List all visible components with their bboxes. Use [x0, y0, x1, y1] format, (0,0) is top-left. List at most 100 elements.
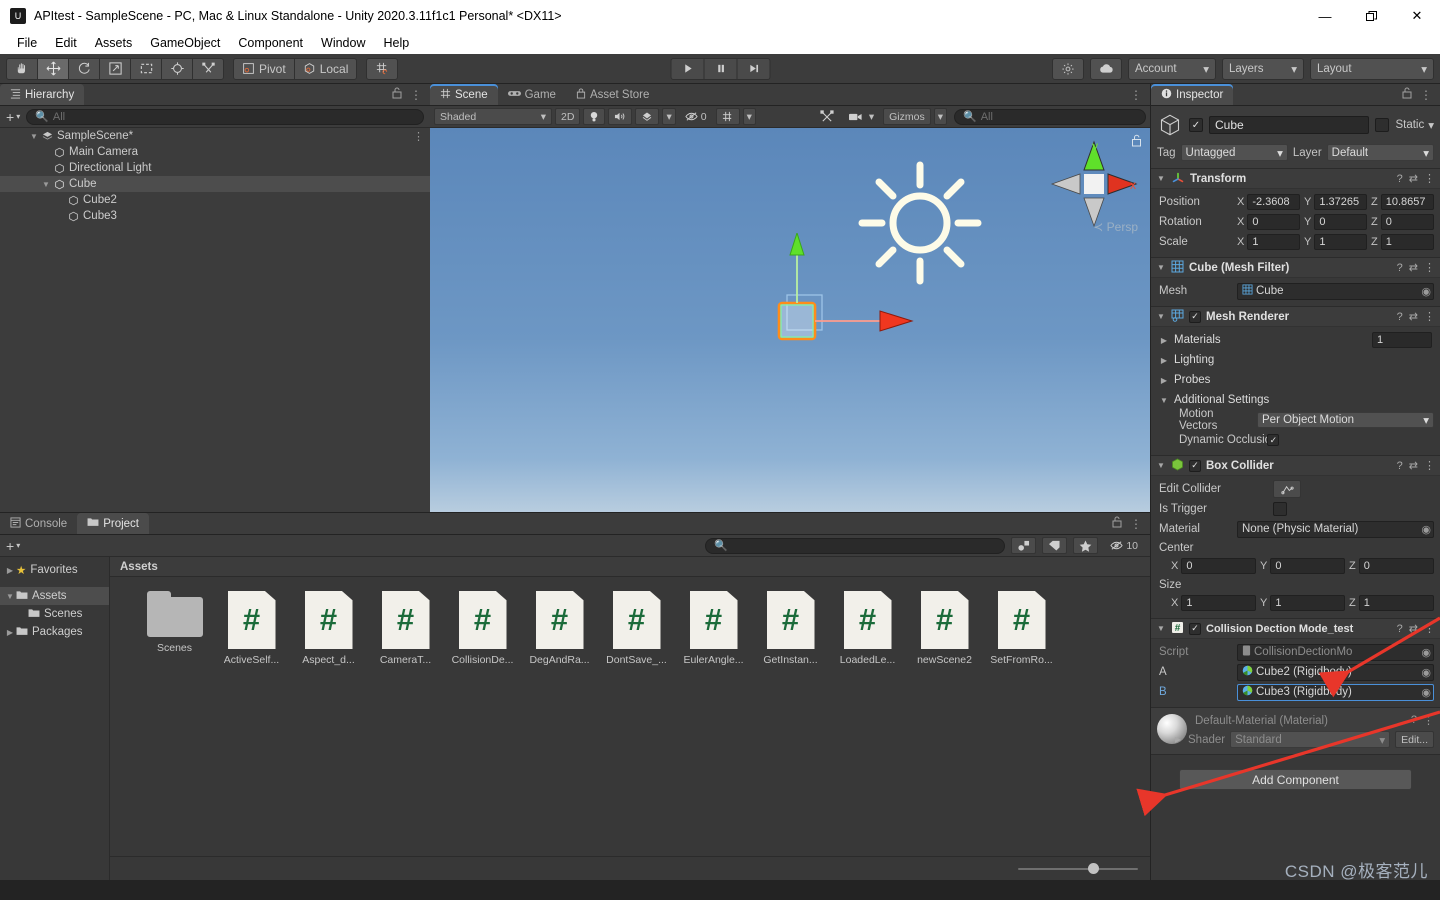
lock-icon[interactable]: [1402, 87, 1412, 102]
scene-camera-icon[interactable]: [814, 108, 840, 125]
menu-assets[interactable]: Assets: [86, 34, 142, 52]
lock-icon[interactable]: [1112, 516, 1122, 531]
rotation-x-input[interactable]: 0: [1247, 214, 1300, 230]
tab-game[interactable]: Game: [498, 84, 566, 105]
scene-axis-gizmo[interactable]: y x: [1046, 136, 1142, 232]
chevron-right-icon[interactable]: ▶: [1159, 356, 1169, 365]
asset-item[interactable]: Scenes: [136, 591, 213, 666]
chevron-right-icon[interactable]: ▶: [1173, 735, 1183, 744]
menu-help[interactable]: Help: [374, 34, 418, 52]
gameobject-name-input[interactable]: Cube: [1209, 116, 1370, 134]
field-b-object-field[interactable]: Cube3 (Rigidbody) ◉: [1237, 683, 1434, 701]
box-collider-enabled-checkbox[interactable]: ✓: [1189, 459, 1201, 472]
move-tool-icon[interactable]: [37, 57, 69, 80]
more-menu-icon[interactable]: ⋮: [1424, 622, 1435, 635]
field-a-object-field[interactable]: Cube2 (Rigidbody) ◉: [1237, 663, 1434, 681]
size-y-input[interactable]: 1: [1270, 595, 1345, 611]
scale-x[interactable]: X1: [1237, 234, 1300, 250]
more-menu-icon[interactable]: ⋮: [1130, 517, 1142, 531]
center-x[interactable]: X0: [1171, 558, 1256, 574]
grid-snap-icon[interactable]: [366, 57, 399, 80]
hidden-objects-toggle[interactable]: 0: [679, 108, 713, 125]
hierarchy-item-main-camera[interactable]: Main Camera: [0, 144, 430, 160]
preset-icon[interactable]: ⇄: [1409, 261, 1418, 274]
size-z[interactable]: Z1: [1349, 595, 1434, 611]
hierarchy-item-cube[interactable]: ▼ Cube: [0, 176, 430, 192]
component-script-header[interactable]: ▼ # ✓ Collision Dection Mode_test ? ⇄ ⋮: [1151, 619, 1440, 639]
chevron-down-icon[interactable]: ▼: [28, 132, 40, 141]
asset-item[interactable]: # EulerAngle...: [675, 591, 752, 666]
dynamic-occlusion-checkbox[interactable]: ✓: [1267, 434, 1280, 446]
layers-dropdown[interactable]: Layers ▾: [1222, 57, 1304, 80]
physic-material-object-field[interactable]: None (Physic Material) ◉: [1237, 520, 1434, 538]
asset-grid[interactable]: Scenes # ActiveSelf... # Aspect_d... # C…: [110, 577, 1150, 856]
tab-inspector[interactable]: Inspector: [1151, 84, 1234, 105]
mesh-renderer-enabled-checkbox[interactable]: ✓: [1189, 310, 1201, 323]
help-icon[interactable]: ?: [1411, 714, 1417, 727]
chevron-down-icon[interactable]: ▼: [1159, 396, 1169, 405]
account-dropdown[interactable]: Account ▾: [1128, 57, 1216, 80]
perspective-label[interactable]: ≺ Persp: [1093, 220, 1138, 234]
scene-search-input[interactable]: 🔍 All: [954, 108, 1146, 125]
grid-icon[interactable]: [715, 108, 740, 125]
asset-item[interactable]: # SetFromRo...: [983, 591, 1060, 666]
more-menu-icon[interactable]: ⋮: [1420, 88, 1432, 102]
local-button[interactable]: Local: [293, 57, 358, 80]
label-icon[interactable]: [1042, 537, 1068, 554]
scale-z-input[interactable]: 1: [1380, 234, 1434, 250]
materials-count-input[interactable]: 1: [1372, 332, 1432, 348]
zoom-knob[interactable]: [1087, 863, 1099, 874]
project-search-input[interactable]: 🔍: [705, 537, 1006, 554]
scale-y[interactable]: Y1: [1304, 234, 1367, 250]
chevron-down-icon[interactable]: ▼: [1156, 174, 1166, 183]
favorite-icon[interactable]: [1073, 537, 1099, 554]
add-component-button[interactable]: Add Component: [1179, 769, 1412, 790]
mesh-object-field[interactable]: Cube ◉: [1237, 282, 1434, 300]
help-icon[interactable]: ?: [1397, 460, 1403, 472]
hierarchy-item-directional-light[interactable]: Directional Light: [0, 160, 430, 176]
asset-item[interactable]: # GetInstan...: [752, 591, 829, 666]
gameobject-enabled-checkbox[interactable]: ✓: [1189, 118, 1203, 132]
asset-item[interactable]: # CameraT...: [367, 591, 444, 666]
pick-icon[interactable]: [1011, 537, 1037, 554]
chevron-down-icon[interactable]: ▼: [40, 180, 52, 189]
component-transform-header[interactable]: ▼ Transform ? ⇄ ⋮: [1151, 169, 1440, 189]
asset-item[interactable]: # DontSave_...: [598, 591, 675, 666]
selected-cube-gizmo[interactable]: [730, 233, 990, 363]
asset-item[interactable]: # ActiveSelf...: [213, 591, 290, 666]
preset-icon[interactable]: ⇄: [1409, 310, 1418, 323]
shader-dropdown[interactable]: Standard ▾: [1230, 731, 1391, 748]
create-gameobject-button[interactable]: + ▾: [6, 109, 20, 125]
chevron-down-icon[interactable]: ▼: [1156, 312, 1166, 321]
tree-item-favorites[interactable]: ▶ ★ Favorites: [0, 561, 109, 579]
services-icon[interactable]: [1052, 57, 1084, 80]
scale-tool-icon[interactable]: [99, 57, 131, 80]
object-picker-icon[interactable]: ◉: [1421, 523, 1431, 536]
help-icon[interactable]: ?: [1397, 623, 1403, 635]
menu-gameobject[interactable]: GameObject: [141, 34, 229, 52]
more-menu-icon[interactable]: ⋮: [1424, 310, 1435, 323]
size-y[interactable]: Y1: [1260, 595, 1345, 611]
rotation-z-input[interactable]: 0: [1380, 214, 1434, 230]
tag-dropdown[interactable]: Untagged ▾: [1180, 144, 1288, 161]
menu-edit[interactable]: Edit: [46, 34, 86, 52]
asset-item[interactable]: # LoadedLe...: [829, 591, 906, 666]
asset-item[interactable]: # DegAndRa...: [521, 591, 598, 666]
preset-icon[interactable]: ⇄: [1409, 172, 1418, 185]
chevron-right-icon[interactable]: ▶: [4, 566, 16, 575]
shader-edit-button[interactable]: Edit...: [1395, 731, 1434, 748]
help-icon[interactable]: ?: [1397, 311, 1403, 323]
more-menu-icon[interactable]: ⋮: [1423, 714, 1434, 727]
pause-button[interactable]: [703, 57, 738, 80]
script-enabled-checkbox[interactable]: ✓: [1189, 622, 1201, 635]
probes-foldout[interactable]: ▶ Probes: [1151, 370, 1440, 390]
lock-icon[interactable]: [392, 87, 402, 102]
hierarchy-item-samplescene[interactable]: ▼ SampleScene* ⋮: [0, 128, 430, 144]
is-trigger-checkbox[interactable]: [1273, 502, 1287, 516]
size-z-input[interactable]: 1: [1358, 595, 1434, 611]
static-checkbox[interactable]: [1375, 118, 1390, 132]
lighting-icon[interactable]: [583, 108, 606, 125]
gizmos-button[interactable]: Gizmos: [883, 108, 931, 125]
chevron-right-icon[interactable]: ▶: [1159, 336, 1169, 345]
position-x-input[interactable]: -2.3608: [1247, 194, 1300, 210]
